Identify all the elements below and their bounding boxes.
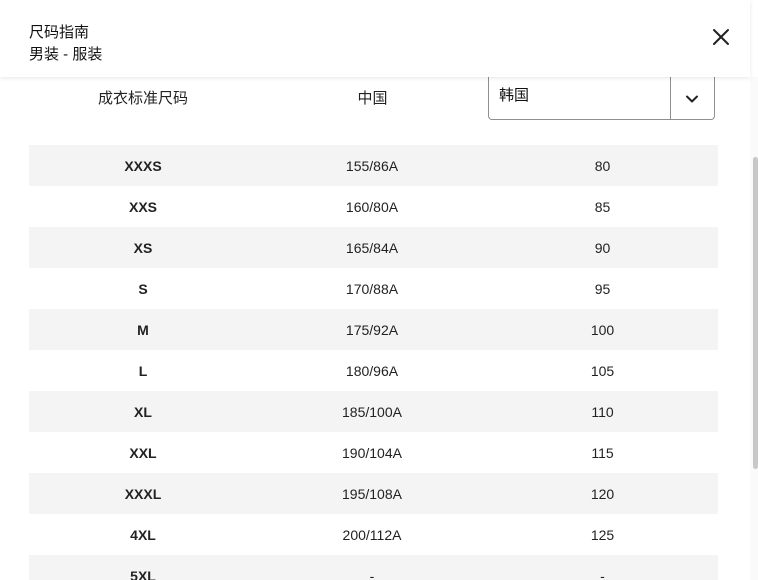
table-row: 5XL - -: [29, 555, 718, 580]
table-cell-kr: 80: [594, 157, 611, 174]
column-header-china: 中国: [357, 90, 388, 107]
table-cell-cn: -: [369, 567, 375, 580]
table-row: M 175/92A 100: [29, 309, 718, 350]
table-cell-cn: 190/104A: [342, 444, 402, 461]
table-row: L 180/96A 105: [29, 350, 718, 391]
country-select[interactable]: 韩国: [488, 76, 715, 120]
table-cell-cn: 195/108A: [342, 485, 402, 502]
table-cell-kr: 115: [591, 444, 614, 461]
table-cell-kr: 110: [591, 403, 614, 420]
table-cell-kr: 85: [594, 198, 611, 215]
table-cell-size: XXXS: [124, 157, 162, 174]
table-cell-size: XXS: [128, 198, 157, 215]
table-cell-cn: 185/100A: [342, 403, 402, 420]
table-cell-size: XXL: [129, 444, 157, 461]
table-cell-kr: 120: [590, 485, 615, 502]
table-cell-size: XS: [133, 239, 153, 256]
table-cell-size: 5XL: [130, 567, 156, 580]
table-cell-cn: 180/96A: [345, 362, 399, 379]
table-row: XS 165/84A 90: [29, 227, 718, 268]
table-cell-kr: 125: [590, 526, 615, 543]
select-divider: [670, 76, 671, 119]
table-cell-size: M: [137, 321, 149, 338]
table-row: XXXS 155/86A 80: [29, 145, 718, 186]
table-cell-size: XL: [134, 403, 152, 420]
chevron-down-icon: [686, 95, 698, 103]
table-cell-cn: 165/84A: [345, 239, 399, 256]
table-cell-cn: 200/112A: [342, 526, 402, 543]
table-row: XXXL 195/108A 120: [29, 473, 718, 514]
size-guide-header: 尺码指南 男装 - 服装: [0, 0, 750, 77]
table-cell-cn: 155/86A: [345, 157, 399, 174]
table-cell-size: S: [138, 280, 148, 297]
close-button[interactable]: [706, 22, 736, 52]
table-row: XXS 160/80A 85: [29, 186, 718, 227]
close-icon: [713, 29, 729, 45]
country-select-value: 韩国: [499, 87, 530, 104]
table-cell-kr: 95: [594, 280, 611, 297]
table-cell-cn: 175/92A: [345, 321, 399, 338]
table-cell-size: XXXL: [124, 485, 162, 502]
table-cell-size: L: [138, 362, 148, 379]
table-row: XXL 190/104A 115: [29, 432, 718, 473]
table-row: XL 185/100A 110: [29, 391, 718, 432]
table-cell-kr: -: [600, 567, 605, 580]
size-guide-page: 尺码指南 男装 - 服装 成衣标准尺码 中国 韩国 XXXS 155/86A 80 X…: [0, 0, 758, 580]
column-header-standard-size: 成衣标准尺码: [97, 90, 188, 107]
table-cell-kr: 105: [590, 362, 615, 379]
table-cell-kr: 100: [590, 321, 615, 338]
table-cell-cn: 170/88A: [345, 280, 399, 297]
table-cell-cn: 160/80A: [345, 198, 399, 215]
table-row: S 170/88A 95: [29, 268, 718, 309]
scrollbar-thumb[interactable]: [753, 157, 758, 469]
table-cell-size: 4XL: [130, 526, 156, 543]
page-subtitle: 男装 - 服装: [29, 46, 103, 63]
size-table: XXXS 155/86A 80 XXS 160/80A 85 XS 165/84A 90 S 170…: [29, 145, 718, 580]
table-cell-kr: 90: [594, 239, 611, 256]
table-row: 4XL 200/112A 125: [29, 514, 718, 555]
page-title: 尺码指南: [29, 24, 90, 41]
